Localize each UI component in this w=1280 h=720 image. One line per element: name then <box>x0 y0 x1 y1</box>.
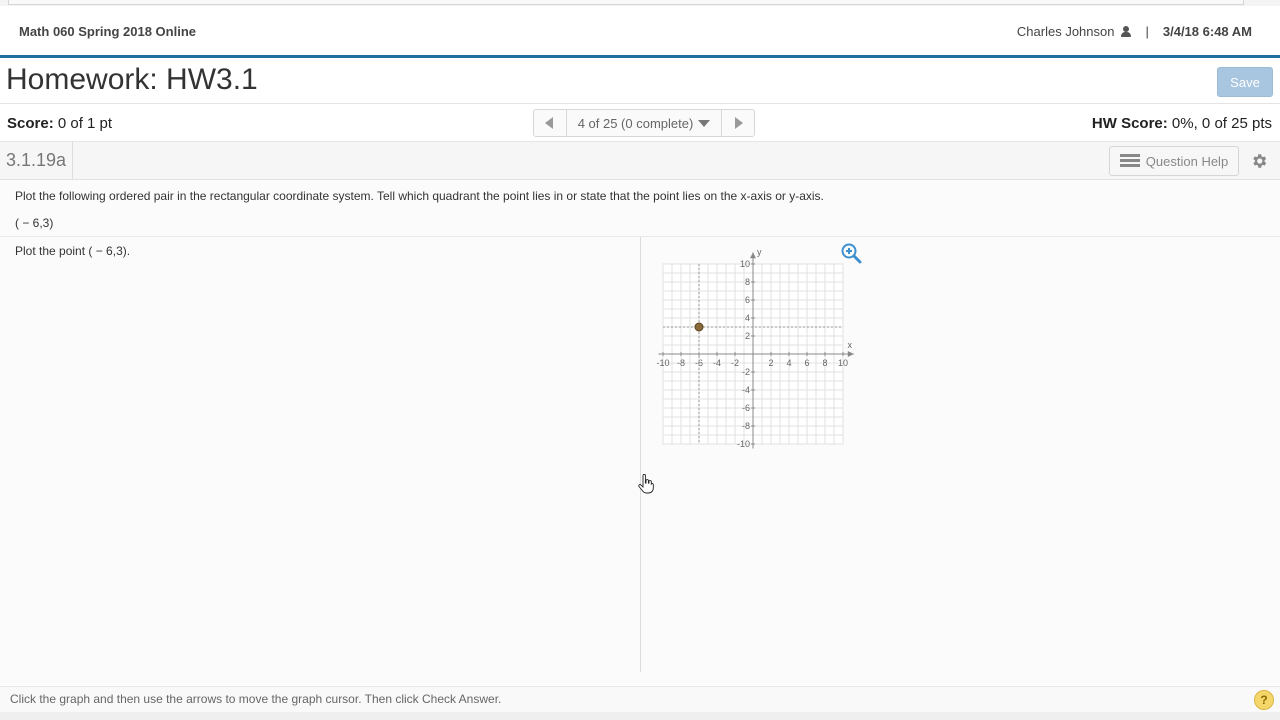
question-help-label: Question Help <box>1145 153 1229 169</box>
gear-icon[interactable] <box>1250 152 1268 170</box>
save-button[interactable]: Save <box>1217 67 1273 97</box>
help-icon[interactable]: ? <box>1254 690 1274 710</box>
list-icon <box>1119 154 1140 168</box>
plot-instruction: Plot the point ( − 6,3). <box>15 244 131 258</box>
x-tick-label: -10 <box>656 358 669 368</box>
score-value: 0 of 1 pt <box>57 115 113 132</box>
hw-score-value: 0%, 0 of 25 pts <box>1171 115 1272 132</box>
y-tick-label: -6 <box>742 403 750 413</box>
user-name[interactable]: Charles Johnson <box>1017 24 1115 39</box>
question-bar: 3.1.19a Question Help <box>0 142 1280 180</box>
zoom-in-icon[interactable] <box>840 242 862 264</box>
x-tick-label: -4 <box>713 358 721 368</box>
y-tick-label: 2 <box>745 331 750 341</box>
x-tick-label: 6 <box>804 358 809 368</box>
user-info: Charles Johnson | 3/4/18 6:48 AM <box>1017 24 1252 39</box>
score: Score: 0 of 1 pt <box>7 115 112 132</box>
x-tick-label: 8 <box>822 358 827 368</box>
header: Math 060 Spring 2018 Online Charles John… <box>0 6 1280 55</box>
next-question-button[interactable] <box>721 110 754 136</box>
bottom-strip <box>0 712 1280 720</box>
pane-divider <box>640 237 641 672</box>
chevron-right-icon <box>735 117 743 129</box>
y-tick-label: -8 <box>742 421 750 431</box>
person-icon[interactable] <box>1121 26 1132 37</box>
x-tick-label: 2 <box>768 358 773 368</box>
score-bar: Score: 0 of 1 pt 4 of 25 (0 complete) HW… <box>0 104 1280 142</box>
y-tick-label: -4 <box>742 385 750 395</box>
y-tick-label: 10 <box>740 259 750 269</box>
x-tick-label: 10 <box>838 358 848 368</box>
caret-down-icon <box>698 119 711 127</box>
plotted-point[interactable] <box>694 322 704 332</box>
question-statement: Plot the following ordered pair in the r… <box>0 180 1280 237</box>
y-tick-label: 6 <box>745 295 750 305</box>
footer-hint: Click the graph and then use the arrows … <box>10 692 502 706</box>
y-axis-label: y <box>757 247 762 257</box>
course-title: Math 060 Spring 2018 Online <box>19 24 196 39</box>
question-help-button[interactable]: Question Help <box>1109 146 1239 176</box>
question-id: 3.1.19a <box>0 142 74 179</box>
y-tick-label: -2 <box>742 367 750 377</box>
chevron-left-icon <box>545 117 553 129</box>
x-axis-arrow <box>847 351 854 357</box>
footer: Click the graph and then use the arrows … <box>0 686 1280 713</box>
y-tick-label: -10 <box>737 439 750 449</box>
question-position-dropdown[interactable]: 4 of 25 (0 complete) <box>567 110 721 136</box>
x-tick-label: 4 <box>786 358 791 368</box>
previous-question-button[interactable] <box>534 110 567 136</box>
datetime: 3/4/18 6:48 AM <box>1162 24 1252 39</box>
title-bar: Homework: HW3.1 Save <box>0 58 1280 104</box>
ordered-pair: ( − 6,3) <box>15 216 54 230</box>
x-tick-label: -6 <box>695 358 703 368</box>
x-tick-label: -2 <box>731 358 739 368</box>
y-axis-arrow <box>750 252 756 259</box>
x-tick-label: -8 <box>677 358 685 368</box>
score-label: Score: <box>7 115 54 132</box>
page-title: Homework: HW3.1 <box>6 63 258 96</box>
y-tick-label: 8 <box>745 277 750 287</box>
coordinate-graph[interactable]: -10 -8 -6 -4 -2 2 4 6 8 10 10 8 6 4 2 -2 -4 -6 -8 -10 x y <box>652 241 864 453</box>
question-navigator: 4 of 25 (0 complete) <box>533 109 755 137</box>
y-tick-label: 4 <box>745 313 750 323</box>
question-position: 4 of 25 (0 complete) <box>577 115 694 131</box>
hand-cursor-icon <box>638 474 654 494</box>
hw-score: HW Score: 0%, 0 of 25 pts <box>1092 115 1272 132</box>
work-area: Plot the point ( − 6,3). -10 -8 -6 -4 -2 2 4 6 8… <box>0 237 1280 685</box>
question-text: Plot the following ordered pair in the r… <box>15 189 824 203</box>
separator: | <box>1145 24 1149 39</box>
x-axis-label: x <box>848 340 853 350</box>
hw-score-label: HW Score: <box>1091 115 1168 132</box>
